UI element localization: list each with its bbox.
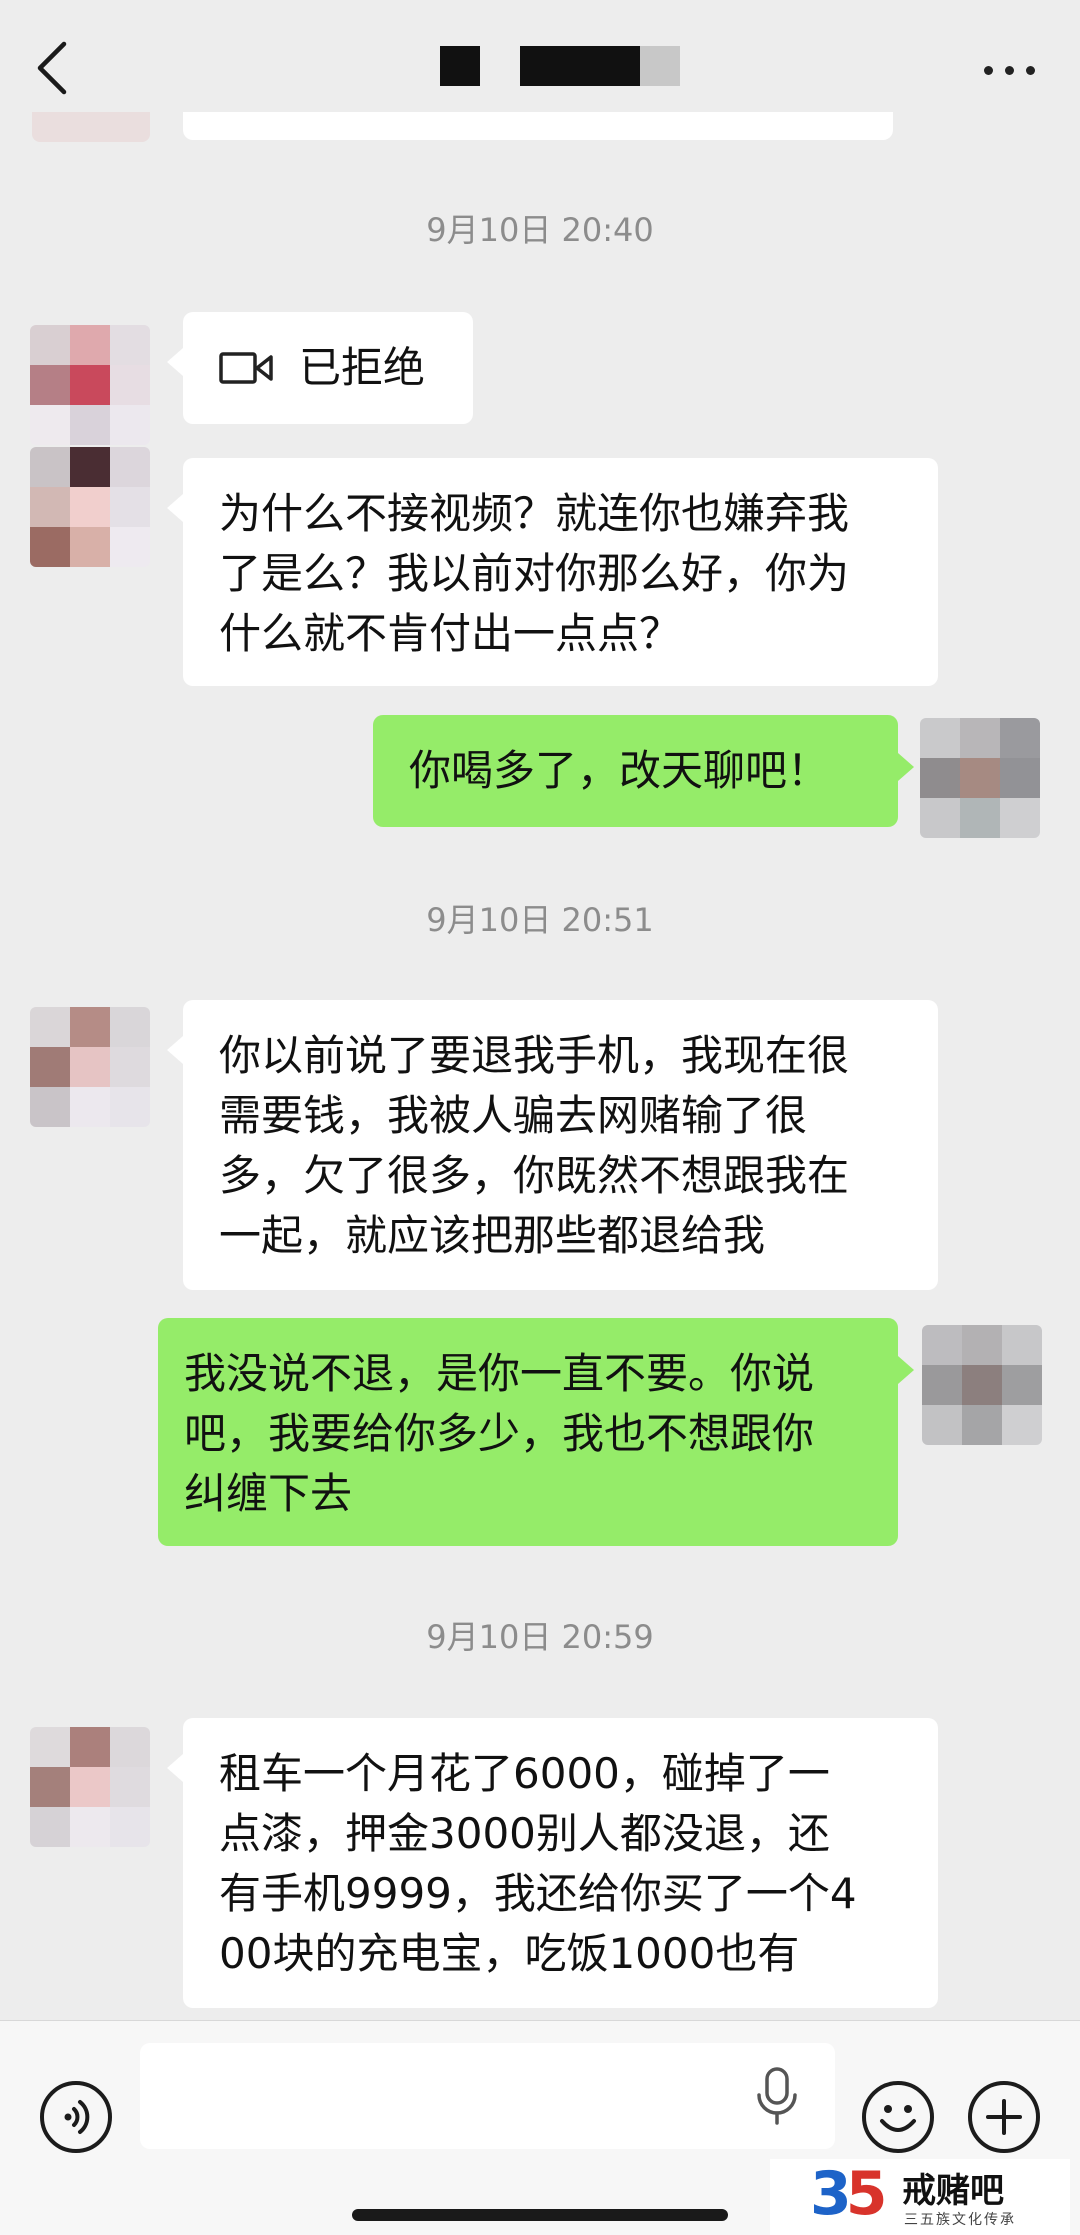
- more-actions-button[interactable]: [968, 2081, 1040, 2153]
- plus-icon: [986, 2099, 1022, 2135]
- contact-avatar[interactable]: [30, 325, 150, 445]
- watermark-number: 35: [810, 2159, 888, 2229]
- back-button[interactable]: [30, 38, 80, 98]
- watermark-name: 戒赌吧: [902, 2171, 1004, 2211]
- avatar: [32, 112, 150, 142]
- call-status-label: 已拒绝: [299, 343, 426, 392]
- video-camera-icon: [219, 352, 273, 384]
- chat-input-bar: 35 戒赌吧 三五族文化传承: [0, 2020, 1080, 2235]
- contact-avatar[interactable]: [30, 447, 150, 567]
- message-bubble[interactable]: 我没说不退，是你一直不要。你说 吧，我要给你多少，我也不想跟你 纠缠下去: [158, 1318, 914, 1546]
- redacted-title-block: [520, 46, 640, 86]
- microphone-icon[interactable]: [752, 2065, 802, 2131]
- redacted-title-block: [640, 46, 680, 86]
- home-indicator[interactable]: [352, 2209, 728, 2221]
- message-bubble[interactable]: 租车一个月花了6000，碰掉了一 点漆，押金3000别人都没退，还 有手机999…: [167, 1718, 938, 2008]
- message-bubble[interactable]: 你以前说了要退我手机，我现在很 需要钱，我被人骗去网赌输了很 多，欠了很多，你既…: [167, 1000, 938, 1290]
- contact-avatar[interactable]: [30, 1007, 150, 1127]
- source-watermark: 35 戒赌吧 三五族文化传承: [770, 2159, 1070, 2235]
- voice-mode-icon: [64, 2100, 90, 2134]
- contact-avatar[interactable]: [30, 1727, 150, 1847]
- watermark-subtitle: 三五族文化传承: [904, 2212, 1016, 2228]
- message-bubble-partial: [183, 112, 893, 140]
- user-avatar[interactable]: [922, 1325, 1042, 1445]
- chat-header: [0, 0, 1080, 128]
- message-timestamp: 9月10日 20:51: [426, 901, 654, 939]
- watermark-digit: 3: [810, 2159, 852, 2229]
- voice-mode-button[interactable]: [40, 2081, 112, 2153]
- video-call-record[interactable]: 已拒绝: [167, 312, 473, 424]
- emoji-icon: [880, 2105, 916, 2132]
- message-bubble[interactable]: 为什么不接视频？就连你也嫌弃我 了是么？我以前对你那么好，你为 什么就不肯付出一…: [167, 458, 938, 686]
- message-timestamp: 9月10日 20:40: [426, 211, 654, 249]
- user-avatar[interactable]: [920, 718, 1040, 838]
- chevron-left-icon: [37, 41, 67, 95]
- message-bubble[interactable]: 你喝多了，改天聊吧！: [373, 715, 914, 827]
- more-options-button[interactable]: [980, 50, 1040, 90]
- redacted-title-block: [440, 46, 480, 86]
- message-input[interactable]: [140, 2043, 835, 2149]
- message-timestamp: 9月10日 20:59: [426, 1618, 654, 1656]
- emoji-button[interactable]: [862, 2081, 934, 2153]
- watermark-digit: 5: [845, 2159, 888, 2229]
